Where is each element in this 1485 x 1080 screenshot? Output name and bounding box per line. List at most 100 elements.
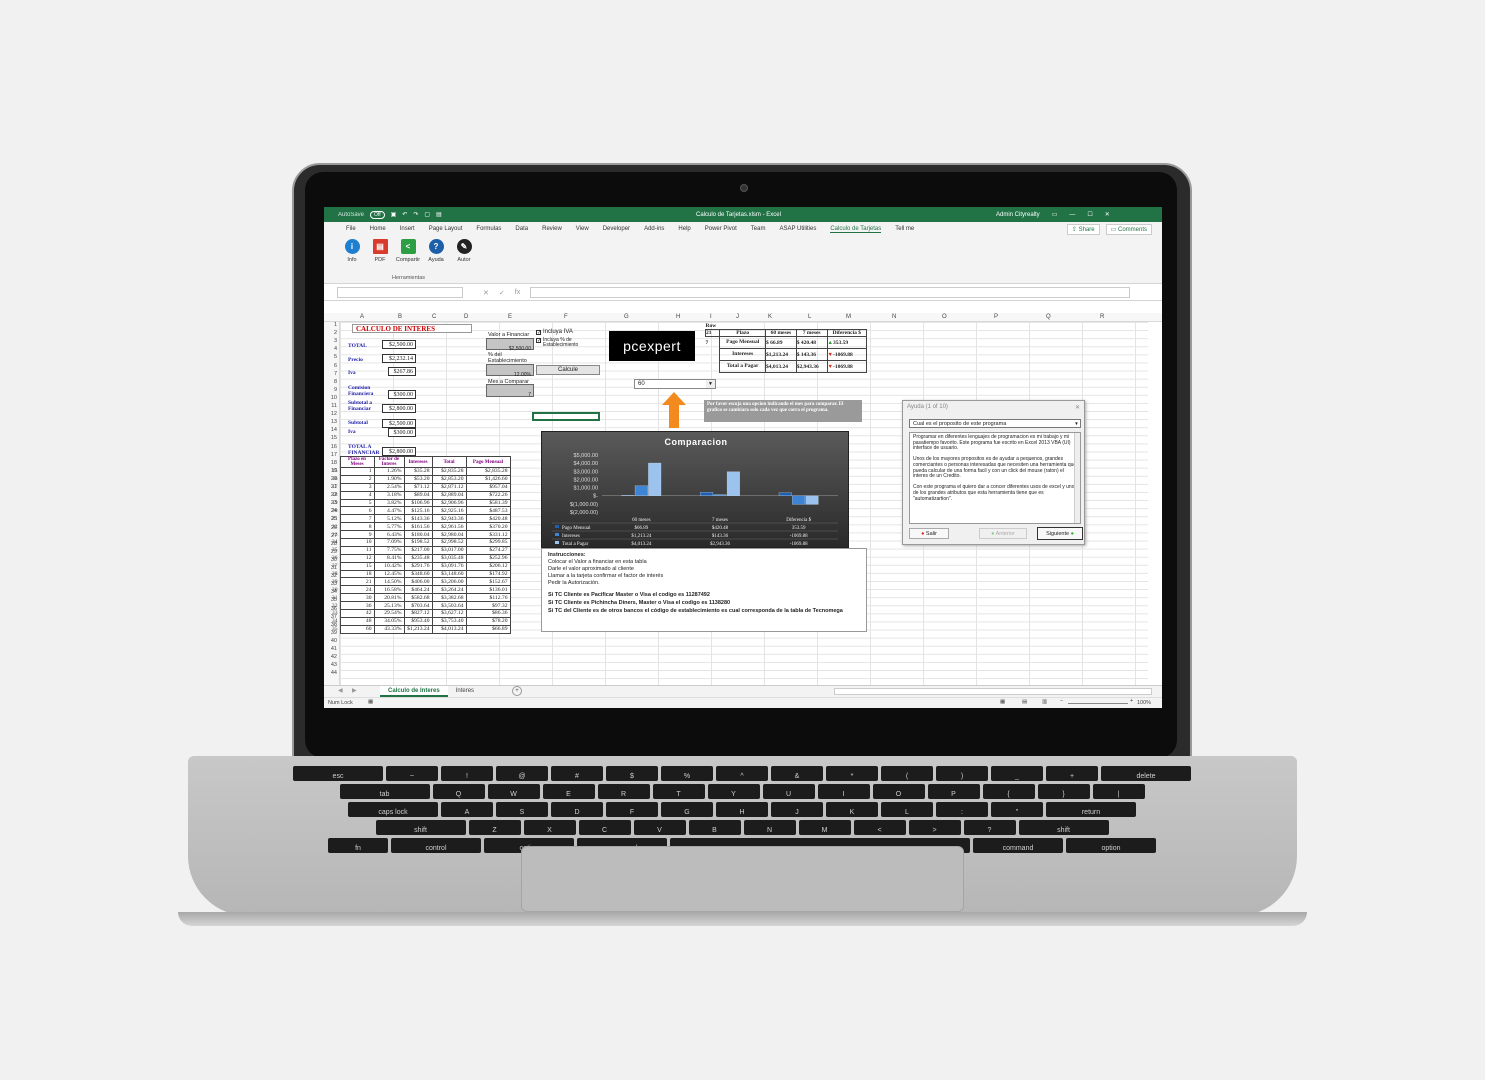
difference-cell[interactable]: ▲353.59 [826,336,868,349]
sheet-tab-calculo-de-interes[interactable]: Calculo de Interes [380,686,448,697]
table-cell[interactable]: $217.00 [403,545,433,555]
value-total-financiar[interactable]: $2,800.00 [382,447,416,456]
row-header[interactable]: 16 [331,444,337,450]
tab-next-icon[interactable]: ▶ [352,687,357,694]
table-cell[interactable]: 8 [339,522,375,532]
table-cell[interactable]: 7.09% [373,538,405,547]
row-header[interactable]: 1 [334,322,337,328]
table-cell[interactable]: 36 [339,601,375,611]
table-cell[interactable]: $3,035.48 [431,553,467,563]
pct-input[interactable]: 12.00% [486,364,534,378]
comparison-cell[interactable]: $2,943.36 [795,360,828,373]
table-cell[interactable]: $198.52 [403,538,433,547]
table-cell[interactable]: $420.48 [465,514,511,524]
undo-icon[interactable]: ↶ [402,211,407,218]
menu-calculo-de-tarjetas[interactable]: Calculo de Tarjetas [830,226,882,233]
row-header[interactable]: 8 [334,379,337,385]
table-cell[interactable]: 4 [339,490,375,500]
table-cell[interactable]: 1.26% [373,467,405,476]
normal-view-icon[interactable]: ▦ [1000,699,1005,705]
table-cell[interactable]: 3.18% [373,490,405,500]
row-header[interactable]: 41 [331,646,337,652]
table-cell[interactable]: $274.27 [465,545,511,555]
table-cell[interactable]: $487.53 [465,506,511,516]
value-iva-2[interactable]: $300.00 [388,428,416,437]
row-header[interactable]: 42 [331,654,337,660]
column-header[interactable]: P [994,314,998,320]
table-cell[interactable]: 2.54% [373,482,405,492]
menu-data[interactable]: Data [515,226,528,232]
table-cell[interactable]: 14.50% [373,577,405,587]
table-cell[interactable]: $581.39 [465,498,511,508]
column-header[interactable]: M [846,314,851,320]
menu-power-pivot[interactable]: Power Pivot [705,226,737,232]
function-icon[interactable]: fx [515,289,520,297]
table-cell[interactable]: 5.12% [373,514,405,524]
table-cell[interactable]: $106.96 [403,498,433,508]
table-cell[interactable]: $722.26 [465,490,511,500]
table-cell[interactable]: 30 [339,593,375,603]
table-cell[interactable]: $3,148.60 [431,569,467,579]
row-header[interactable]: 12 [331,411,337,417]
table-cell[interactable]: 6 [339,506,375,516]
table-cell[interactable]: $331.12 [465,530,511,540]
column-header[interactable]: F [564,314,568,320]
table-cell[interactable]: $299.85 [465,538,511,547]
table-cell[interactable]: $112.76 [465,593,511,603]
column-header[interactable]: B [398,314,402,320]
table-cell[interactable]: $3,627.12 [431,609,467,618]
menu-home[interactable]: Home [370,226,386,232]
row-header[interactable]: 2 [334,330,337,336]
difference-cell[interactable]: ▼-1069.88 [826,348,868,361]
value-subtotal[interactable]: $2,500.00 [382,419,416,428]
table-cell[interactable]: 6.43% [373,530,405,540]
comparison-cell[interactable]: $1,213.24 [765,348,797,361]
value-iva[interactable]: $267.86 [388,367,416,376]
table-cell[interactable]: 29.54% [373,609,405,618]
table-cell[interactable]: 42 [339,609,375,618]
column-header[interactable]: K [768,314,772,320]
table-cell[interactable]: 1 [339,467,375,476]
table-cell[interactable]: $89.04 [403,490,433,500]
table-cell[interactable]: $66.89 [465,624,511,634]
table-cell[interactable]: $3,753.40 [431,616,467,626]
column-header[interactable]: C [432,314,436,320]
table-cell[interactable]: 34.05% [373,616,405,626]
row-header[interactable]: 14 [331,427,337,433]
table-cell[interactable]: 10 [339,538,375,547]
table-cell[interactable]: $97.32 [465,601,511,611]
table-cell[interactable]: 8.41% [373,553,405,563]
menu-add-ins[interactable]: Add-ins [644,226,664,232]
table-cell[interactable]: 7.75% [373,545,405,555]
maximize-icon[interactable]: ☐ [1087,211,1092,218]
difference-cell[interactable]: ▼-1069.88 [826,360,868,373]
row-header[interactable]: 13 [331,419,337,425]
table-cell[interactable]: $3,206.00 [431,577,467,587]
menu-formulas[interactable]: Formulas [476,226,501,232]
menu-file[interactable]: File [346,226,356,232]
ribbon-info-button[interactable]: i Info [340,239,364,263]
ribbon-display-icon[interactable]: ▭ [1052,211,1058,218]
table-cell[interactable]: $2,871.12 [431,482,467,492]
column-header[interactable]: H [676,314,680,320]
table-cell[interactable]: 3.82% [373,498,405,508]
valor-input[interactable]: $2,500.00 [486,338,534,352]
selected-cell[interactable] [532,412,600,421]
minimize-icon[interactable]: — [1069,212,1075,218]
open-icon[interactable]: ▤ [436,211,442,218]
cancel-icon[interactable]: ✕ [483,289,489,297]
table-cell[interactable]: 12 [339,553,375,563]
table-cell[interactable]: $3,382.68 [431,593,467,603]
table-cell[interactable]: 16.58% [373,585,405,595]
table-cell[interactable]: 12.45% [373,569,405,579]
row-header[interactable]: 4 [334,346,337,352]
enter-icon[interactable]: ✓ [499,289,505,297]
table-cell[interactable]: $2,943.36 [431,514,467,524]
row-header[interactable]: 5 [334,354,337,360]
menu-help[interactable]: Help [678,226,690,232]
salir-button[interactable]: ● Salir [909,528,949,539]
column-header[interactable]: J [736,314,739,320]
zoom-out-icon[interactable]: − [1060,698,1063,704]
menu-page-layout[interactable]: Page Layout [429,226,463,232]
column-header[interactable]: L [808,314,811,320]
